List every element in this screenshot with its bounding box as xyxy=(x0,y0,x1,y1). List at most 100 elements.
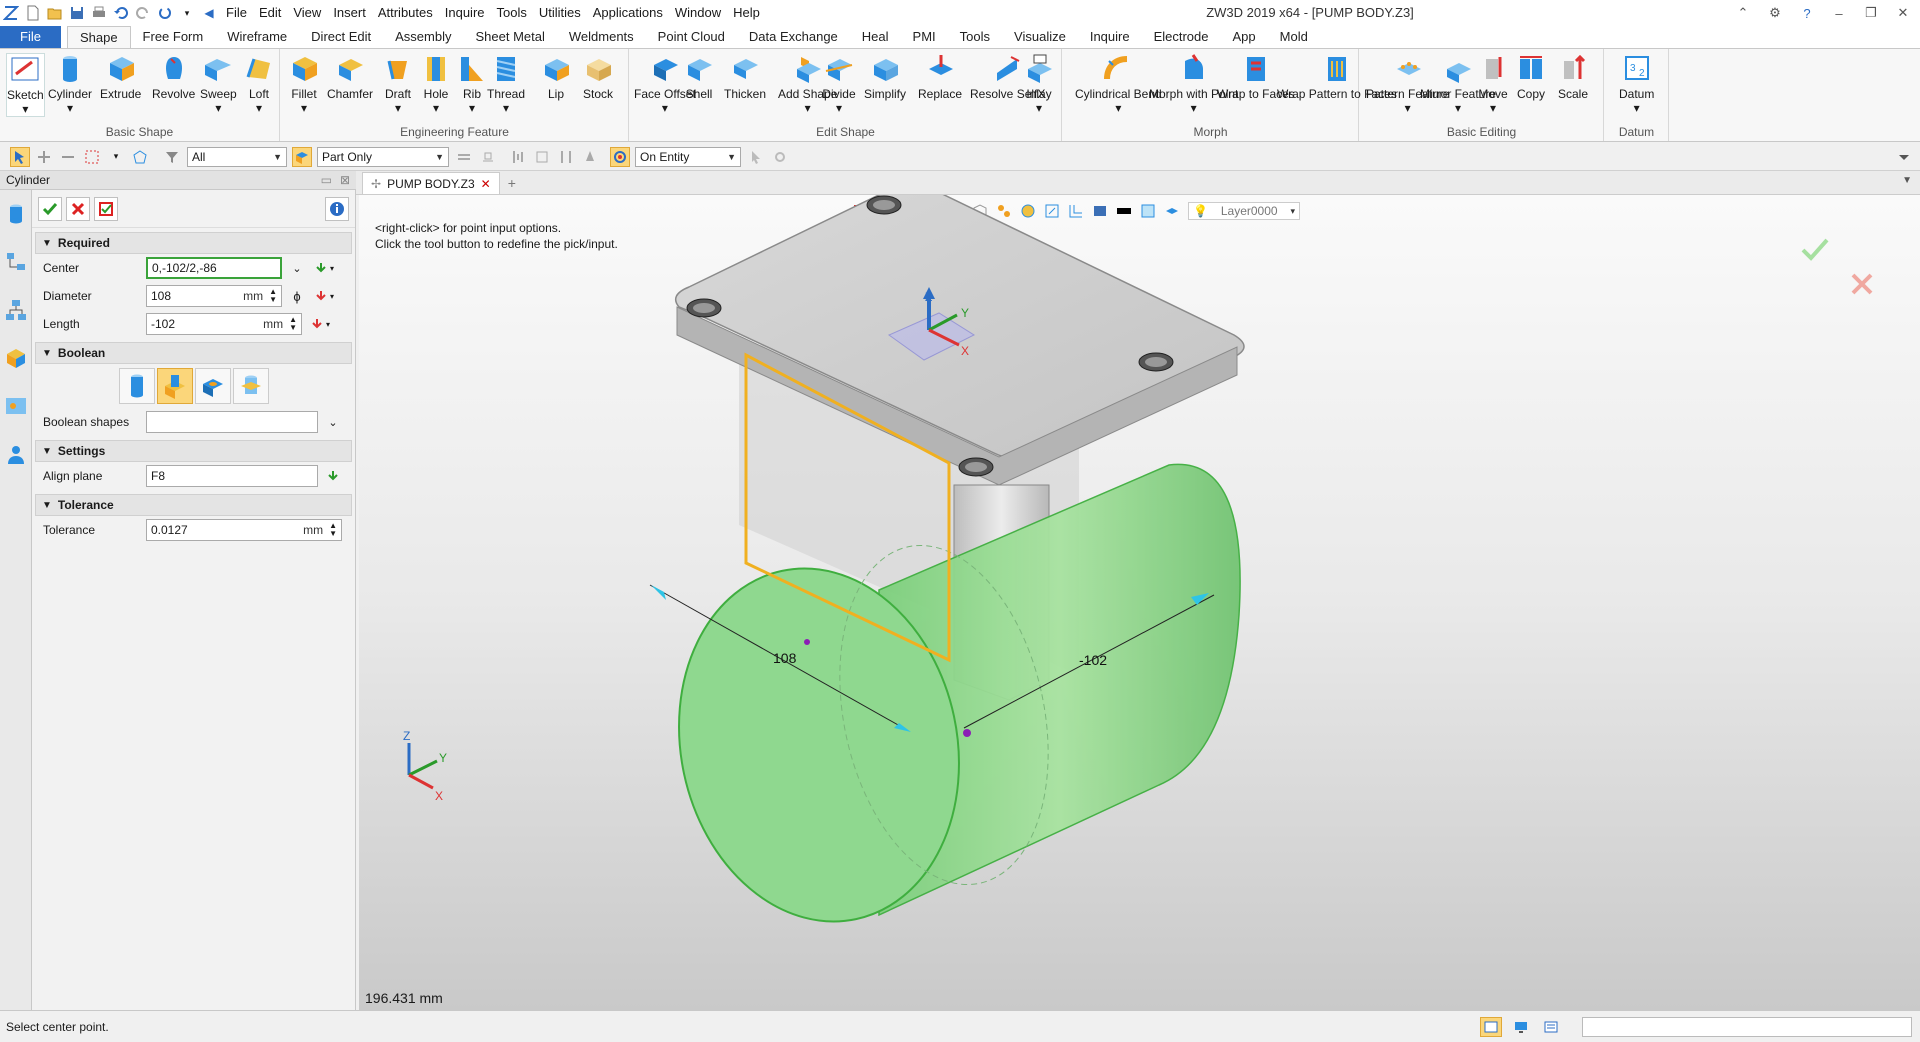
part-scope-icon[interactable] xyxy=(292,146,312,167)
divide-tool[interactable]: Divide ▾ xyxy=(822,53,856,115)
align-plane-input[interactable]: F8 xyxy=(146,465,318,487)
length-input[interactable]: -102 mm ▲ ▼ xyxy=(146,313,302,335)
close-window-icon[interactable]: ✕ xyxy=(1892,2,1914,24)
new-tab-icon[interactable]: + xyxy=(508,172,516,194)
pick-point-icon[interactable] xyxy=(312,259,330,277)
menu-view[interactable]: View xyxy=(287,0,327,26)
menu-attributes[interactable]: Attributes xyxy=(372,0,439,26)
expand-double-chevron-icon[interactable]: ⌄ xyxy=(288,259,306,277)
apply-button[interactable] xyxy=(94,196,118,221)
diameter-input[interactable]: 108 mm ▲ ▼ xyxy=(146,285,282,307)
menu-inquire[interactable]: Inquire xyxy=(439,0,491,26)
cylinder-feature-icon[interactable] xyxy=(2,200,30,228)
tab-heal[interactable]: Heal xyxy=(850,26,901,48)
tab-weldments[interactable]: Weldments xyxy=(557,26,646,48)
ribbon-collapse-icon[interactable]: ⌃ xyxy=(1732,2,1754,24)
required-header[interactable]: ▼ Required xyxy=(35,232,352,254)
tab-inquire[interactable]: Inquire xyxy=(1078,26,1142,48)
simplify-tool[interactable]: Simplify xyxy=(864,53,906,101)
tolerance-input[interactable]: 0.0127 mm ▲ ▼ xyxy=(146,519,342,541)
boolean-add-button[interactable] xyxy=(156,368,193,404)
document-tab[interactable]: ✢ PUMP BODY.Z3 ✕ xyxy=(362,172,500,194)
chamfer-tool[interactable]: Chamfer xyxy=(327,53,373,101)
tab-pmi[interactable]: PMI xyxy=(901,26,948,48)
close-tab-icon[interactable]: ✕ xyxy=(481,177,491,191)
help-icon[interactable]: ? xyxy=(1796,2,1818,24)
tab-mold[interactable]: Mold xyxy=(1268,26,1320,48)
viewport-ok-icon[interactable] xyxy=(1801,238,1829,261)
tab-assembly[interactable]: Assembly xyxy=(383,26,463,48)
polygon-select-icon[interactable] xyxy=(130,147,150,167)
tab-free-form[interactable]: Free Form xyxy=(131,26,216,48)
fillet-tool[interactable]: Fillet ▾ xyxy=(287,53,321,115)
screen-icon[interactable] xyxy=(1510,1017,1532,1037)
restore-icon[interactable]: ❐ xyxy=(1860,2,1882,24)
toolbar-icon-e[interactable] xyxy=(556,147,576,167)
part-icon[interactable] xyxy=(2,344,30,372)
tab-list-icon[interactable]: ▼ xyxy=(1902,175,1912,186)
sketch-tool[interactable]: Sketch ▾ xyxy=(6,53,45,117)
menu-edit[interactable]: Edit xyxy=(253,0,287,26)
box-select-icon[interactable] xyxy=(82,147,102,167)
status-mode-icon[interactable] xyxy=(1480,1017,1502,1037)
replace-tool[interactable]: Replace xyxy=(918,53,962,101)
loft-tool[interactable]: Loft ▾ xyxy=(242,53,276,115)
rib-tool[interactable]: Rib ▾ xyxy=(455,53,489,115)
boolean-intersect-button[interactable] xyxy=(232,368,269,404)
spinner-icon[interactable]: ▲ ▼ xyxy=(329,522,337,538)
back-arrow-icon[interactable]: ◀ xyxy=(198,2,220,24)
redo-icon[interactable] xyxy=(132,2,154,24)
lip-tool[interactable]: Lip xyxy=(539,53,573,101)
dropdown-icon[interactable]: ▾ xyxy=(326,320,330,329)
toolbar-icon-a[interactable] xyxy=(454,147,474,167)
viewport-cancel-icon[interactable] xyxy=(1851,273,1873,295)
tab-visualize[interactable]: Visualize xyxy=(1002,26,1078,48)
minimize-icon[interactable]: – xyxy=(1828,2,1850,24)
tab-shape[interactable]: Shape xyxy=(66,26,131,48)
dropdown-icon[interactable]: ▾ xyxy=(330,264,334,273)
center-input[interactable]: 0,-102/2,-86 xyxy=(146,257,282,279)
cylinder-tool[interactable]: Cylinder ▾ xyxy=(48,53,92,115)
datum-tool[interactable]: 32 Datum ▾ xyxy=(1619,53,1654,115)
info-button[interactable] xyxy=(325,196,349,221)
new-file-icon[interactable] xyxy=(22,2,44,24)
extrude-tool[interactable]: Extrude xyxy=(100,53,141,101)
expand-double-chevron-icon[interactable]: ⌄ xyxy=(324,413,342,431)
menu-tools[interactable]: Tools xyxy=(491,0,533,26)
assembly-tree-icon[interactable] xyxy=(2,296,30,324)
scale-tool[interactable]: Scale xyxy=(1556,53,1590,101)
thread-tool[interactable]: Thread ▾ xyxy=(487,53,525,115)
hole-tool[interactable]: Hole ▾ xyxy=(419,53,453,115)
boolean-header[interactable]: ▼ Boolean xyxy=(35,342,352,364)
settings-gear-icon[interactable]: ⚙ xyxy=(1764,2,1786,24)
toolbar-icon-d[interactable] xyxy=(532,147,552,167)
command-input-field[interactable] xyxy=(1582,1017,1912,1037)
tab-point-cloud[interactable]: Point Cloud xyxy=(646,26,737,48)
revolve-tool[interactable]: Revolve xyxy=(152,53,195,101)
list-icon[interactable] xyxy=(1540,1017,1562,1037)
spinner-icon[interactable]: ▲ ▼ xyxy=(289,316,297,332)
user-icon[interactable] xyxy=(2,440,30,468)
draft-tool[interactable]: Draft ▾ xyxy=(381,53,415,115)
sweep-tool[interactable]: Sweep ▾ xyxy=(200,53,237,115)
pick-dropdown[interactable]: On Entity ▼ xyxy=(635,146,741,167)
on-entity-icon[interactable] xyxy=(610,146,630,167)
history-tree-icon[interactable] xyxy=(2,248,30,276)
tab-electrode[interactable]: Electrode xyxy=(1142,26,1221,48)
filter-dropdown[interactable]: All ▼ xyxy=(187,146,287,167)
cancel-button[interactable] xyxy=(66,196,90,221)
refresh-icon[interactable] xyxy=(154,2,176,24)
pin-icon[interactable]: ▭ xyxy=(321,173,332,187)
toolbar-icon-b[interactable] xyxy=(478,147,498,167)
toolbar-icon-f[interactable] xyxy=(580,147,600,167)
menu-window[interactable]: Window xyxy=(669,0,727,26)
print-icon[interactable] xyxy=(88,2,110,24)
line-select-icon[interactable] xyxy=(58,147,78,167)
tab-app[interactable]: App xyxy=(1221,26,1268,48)
menu-file[interactable]: File xyxy=(220,0,253,26)
filter-icon[interactable] xyxy=(162,147,182,167)
copy-tool[interactable]: Copy xyxy=(1514,53,1548,101)
undo-icon[interactable] xyxy=(110,2,132,24)
menu-applications[interactable]: Applications xyxy=(587,0,669,26)
select-pointer-icon[interactable] xyxy=(10,146,30,167)
